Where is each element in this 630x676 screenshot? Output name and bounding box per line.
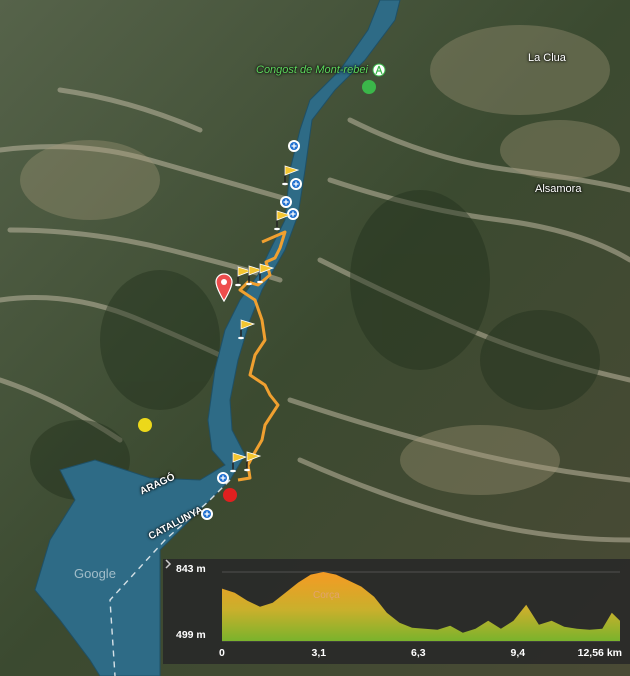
elevation-area <box>222 572 620 641</box>
elevation-min-label: 499 m <box>176 629 206 641</box>
x-tick-label: 3,1 <box>311 647 327 659</box>
start-point-marker[interactable] <box>222 487 238 503</box>
x-tick-label: 0 <box>219 647 225 659</box>
flag-icon[interactable] <box>238 318 256 340</box>
google-watermark: Google <box>74 566 116 581</box>
elevation-profile-panel[interactable]: 843 m 499 m Corça 0 3,1 6,3 9,4 12,56 km <box>163 559 630 664</box>
elevation-max-label: 843 m <box>176 563 206 575</box>
flag-icon[interactable] <box>257 262 275 284</box>
x-tick-label: 9,4 <box>510 647 526 659</box>
map-view[interactable]: La Clua Alsamora Congost de Mont-rebei A… <box>0 0 630 676</box>
place-label-la-clua: La Clua <box>528 52 566 64</box>
waypoint-icon[interactable] <box>216 471 230 485</box>
peak-label: Corça <box>313 590 340 601</box>
elevation-profile-chart[interactable] <box>163 559 630 664</box>
place-label-congost: Congost de Mont-rebei <box>256 64 368 76</box>
x-tick-label: 12,56 km <box>577 647 622 659</box>
flag-icon[interactable] <box>282 164 300 186</box>
hiking-icon[interactable] <box>372 63 386 77</box>
end-point-marker[interactable] <box>361 79 377 95</box>
place-label-alsamora: Alsamora <box>535 183 582 195</box>
location-pin-icon[interactable] <box>215 273 233 303</box>
flag-icon[interactable] <box>274 209 292 231</box>
waypoint-icon[interactable] <box>200 507 214 521</box>
chevron-right-icon[interactable] <box>163 559 173 569</box>
x-tick-label: 6,3 <box>411 647 426 659</box>
waypoint-icon[interactable] <box>287 139 301 153</box>
flag-icon[interactable] <box>244 450 262 472</box>
poi-marker[interactable] <box>137 417 153 433</box>
